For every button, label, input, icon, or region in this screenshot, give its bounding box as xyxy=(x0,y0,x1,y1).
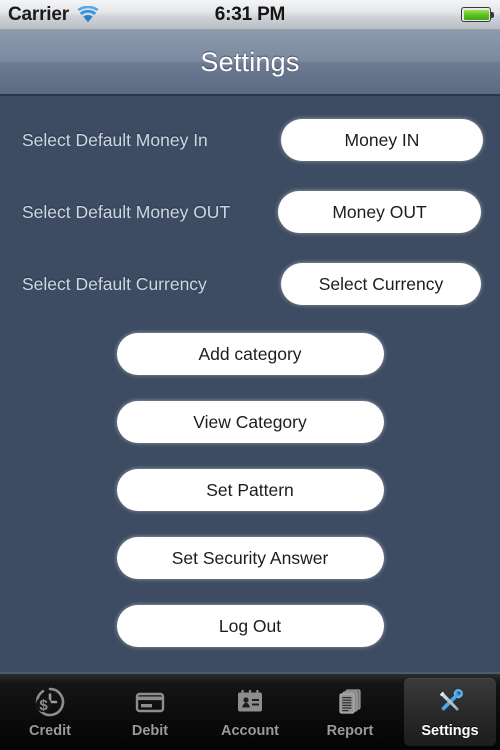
row-set-security-answer: Set Security Answer xyxy=(0,524,500,592)
status-bar-time: 6:31 PM xyxy=(214,3,286,25)
tab-bar: $ Credit Debit Account Report Settings xyxy=(0,672,500,750)
set-security-answer-button[interactable]: Set Security Answer xyxy=(116,537,384,579)
tab-account-label: Account xyxy=(221,723,279,739)
tab-settings-label: Settings xyxy=(421,723,479,739)
battery-fill xyxy=(463,9,489,20)
row-default-currency: Select Default Currency Select Currency xyxy=(0,248,500,320)
label-default-money-in: Select Default Money In xyxy=(22,129,208,150)
tools-icon xyxy=(440,689,463,711)
navigation-bar: Settings xyxy=(0,30,500,96)
svg-text:$: $ xyxy=(39,697,48,714)
document-stack-icon xyxy=(339,689,361,714)
settings-content: Select Default Money In Money IN Select … xyxy=(0,98,500,672)
tab-report[interactable]: Report xyxy=(300,674,400,750)
label-default-money-out: Select Default Money OUT xyxy=(22,201,231,222)
row-log-out: Log Out xyxy=(0,592,500,660)
battery-full-icon xyxy=(461,7,494,22)
select-currency-button[interactable]: Select Currency xyxy=(281,263,481,305)
page-title: Settings xyxy=(200,46,300,77)
tab-debit-label: Debit xyxy=(131,723,169,739)
row-set-pattern: Set Pattern xyxy=(0,456,500,524)
row-view-category: View Category xyxy=(0,388,500,456)
contact-card-icon xyxy=(238,690,262,712)
set-pattern-button[interactable]: Set Pattern xyxy=(116,469,384,511)
status-bar: Carrier 6:31 PM xyxy=(0,0,500,30)
tab-account[interactable]: Account xyxy=(200,674,300,750)
tab-settings[interactable]: Settings xyxy=(400,674,500,750)
view-category-button[interactable]: View Category xyxy=(116,401,384,443)
label-default-currency: Select Default Currency xyxy=(22,273,207,294)
tab-credit-label: Credit xyxy=(29,723,71,739)
money-out-button[interactable]: Money OUT xyxy=(278,191,481,233)
tab-report-label: Report xyxy=(326,723,374,739)
row-default-money-in: Select Default Money In Money IN xyxy=(0,104,500,176)
row-default-money-out: Select Default Money OUT Money OUT xyxy=(0,176,500,248)
tab-credit[interactable]: $ Credit xyxy=(0,674,100,750)
money-in-button[interactable]: Money IN xyxy=(281,119,483,161)
row-add-category: Add category xyxy=(0,320,500,388)
tab-debit[interactable]: Debit xyxy=(100,674,200,750)
credit-card-icon xyxy=(135,692,165,713)
log-out-button[interactable]: Log Out xyxy=(116,605,384,647)
add-category-button[interactable]: Add category xyxy=(116,333,384,375)
clock-dollar-icon: $ xyxy=(35,687,65,717)
